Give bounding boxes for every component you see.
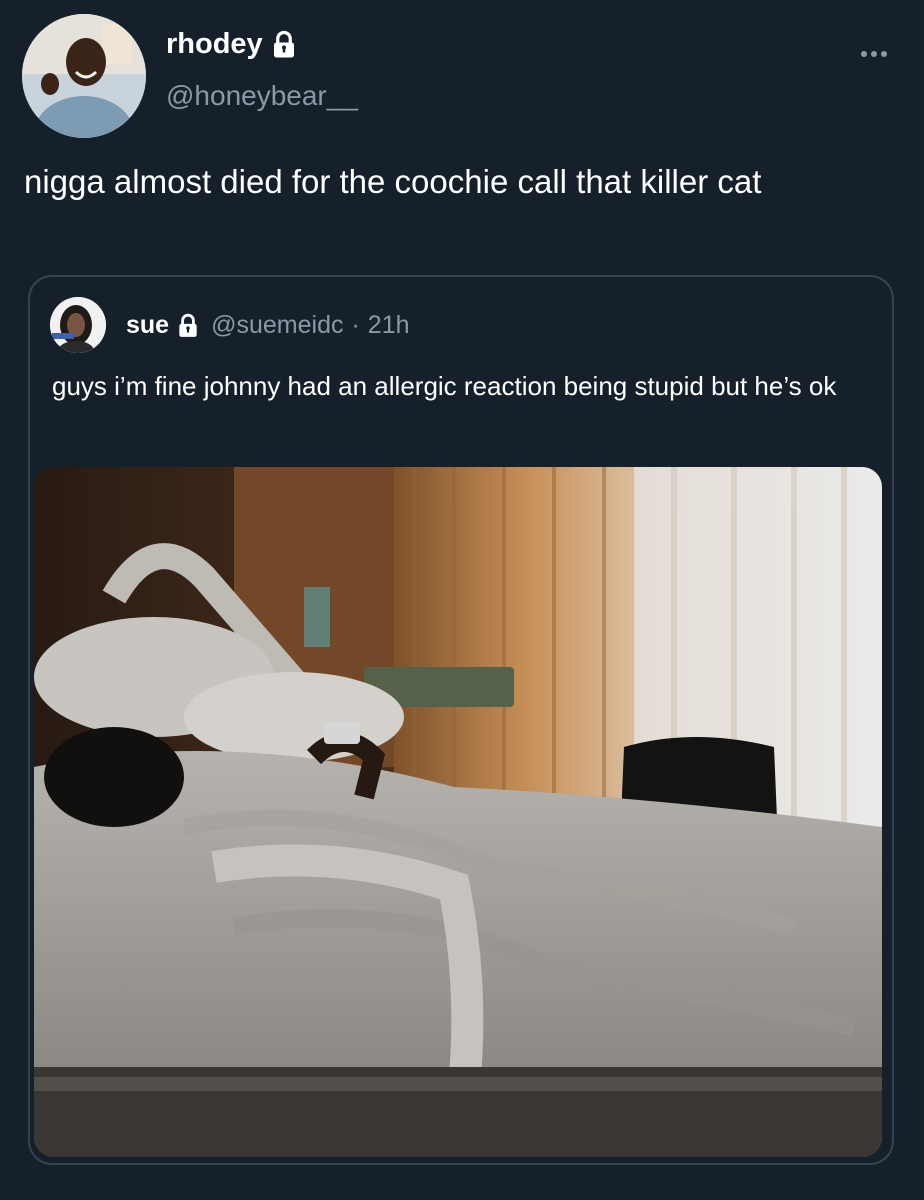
- author-handle[interactable]: @honeybear__: [166, 80, 358, 112]
- quoted-tweet-text: guys i’m fine johnny had an allergic rea…: [52, 371, 837, 401]
- quoted-tweet-card[interactable]: sue @suemeidc · 21h guys i’m fine johnny…: [28, 275, 894, 1165]
- tweet-text: nigga almost died for the coochie call t…: [24, 163, 762, 200]
- quoted-tweet-media[interactable]: [34, 467, 882, 1157]
- quoted-author-avatar[interactable]: [50, 297, 106, 353]
- author-display-name[interactable]: rhodey: [166, 28, 299, 61]
- author-name-text: rhodey: [166, 28, 263, 60]
- quoted-tweet-header: sue @suemeidc · 21h: [126, 311, 410, 340]
- lock-icon: [179, 313, 197, 337]
- quoted-author-handle[interactable]: @suemeidc: [211, 311, 343, 340]
- author-avatar[interactable]: [22, 14, 146, 138]
- photo-hospital-room-icon: [34, 467, 882, 1157]
- avatar-photo-icon: [50, 297, 106, 353]
- separator-dot: ·: [351, 311, 360, 339]
- quoted-tweet-timestamp[interactable]: 21h: [368, 311, 410, 340]
- avatar-photo-icon: [22, 14, 146, 138]
- quoted-author-name[interactable]: sue: [126, 311, 169, 340]
- tweet-view: rhodey @honeybear__ nigga almost died fo…: [0, 0, 924, 1200]
- more-horizontal-icon[interactable]: [858, 38, 890, 70]
- lock-icon: [273, 30, 294, 57]
